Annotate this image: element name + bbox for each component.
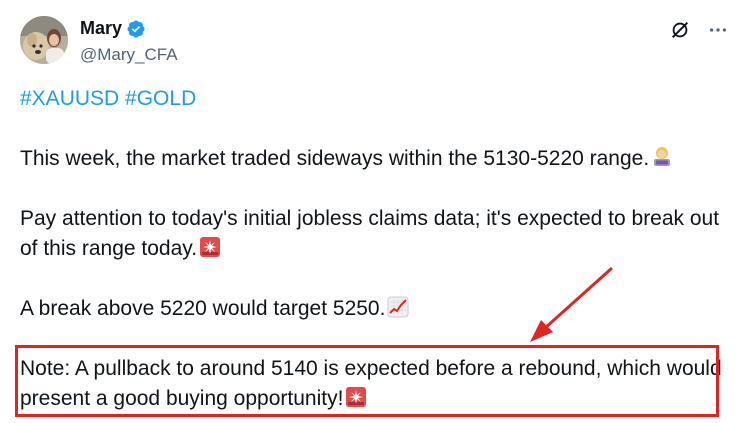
verified-badge-icon xyxy=(126,19,146,39)
tweet-card: Mary @Mary_CFA #XAUUSD #GOLD This week, … xyxy=(0,0,752,423)
paragraph-2-text: Pay attention to today's initial jobless… xyxy=(20,207,720,260)
grok-slash-icon[interactable] xyxy=(668,18,692,42)
hashtag-line: #XAUUSD #GOLD xyxy=(20,84,732,114)
woman-technologist-icon xyxy=(651,146,673,168)
chart-increasing-icon xyxy=(387,296,409,318)
avatar[interactable] xyxy=(20,16,68,64)
author-display-name[interactable]: Mary xyxy=(80,18,122,39)
author-handle[interactable]: @Mary_CFA xyxy=(80,45,178,65)
tweet-top-actions xyxy=(668,18,730,42)
author-name-row: Mary xyxy=(80,18,146,39)
rotating-light-icon xyxy=(199,236,221,258)
avatar-photo xyxy=(20,16,68,64)
annotation-highlight-box xyxy=(15,345,719,417)
hashtag-gold[interactable]: #GOLD xyxy=(125,87,196,110)
tweet-paragraph-3: A break above 5220 would target 5250. xyxy=(20,294,732,324)
paragraph-1-text: This week, the market traded sideways wi… xyxy=(20,147,650,170)
more-dots-icon[interactable] xyxy=(706,18,730,42)
tweet-paragraph-2: Pay attention to today's initial jobless… xyxy=(20,204,732,264)
hashtag-xauusd[interactable]: #XAUUSD xyxy=(20,87,119,110)
paragraph-3-text: A break above 5220 would target 5250. xyxy=(20,297,386,320)
tweet-paragraph-1: This week, the market traded sideways wi… xyxy=(20,144,732,174)
